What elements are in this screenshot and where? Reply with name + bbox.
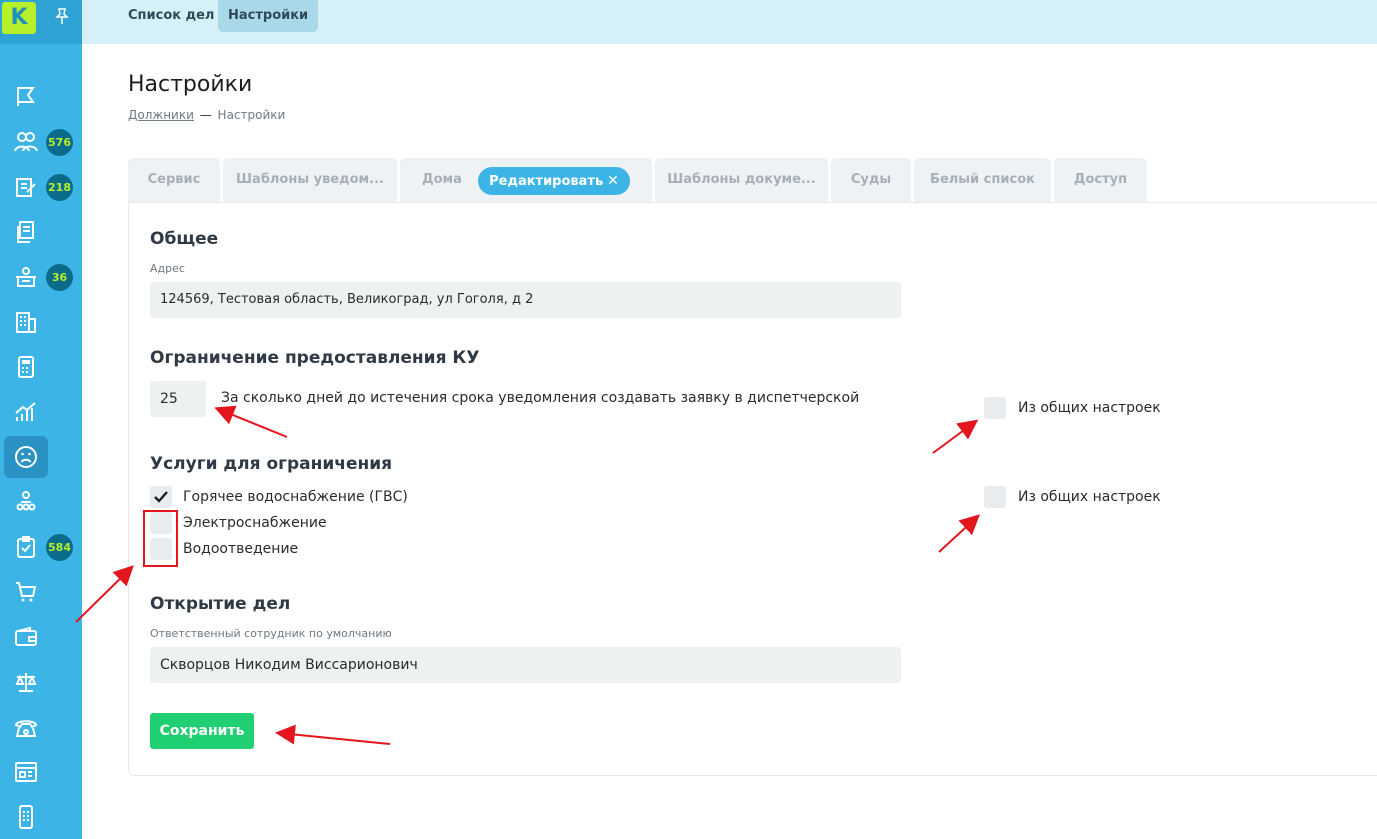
scales-icon [15, 673, 37, 692]
nav-flag[interactable] [4, 76, 48, 118]
save-button[interactable]: Сохранить [150, 713, 254, 749]
logo[interactable]: K [2, 2, 36, 34]
top-tab-todo[interactable]: Список дел [118, 0, 224, 32]
section-general-heading: Общее [150, 229, 219, 249]
tab-whitelist[interactable]: Белый список [914, 158, 1051, 202]
breadcrumb-current: Настройки [217, 108, 286, 122]
nav-staff[interactable] [4, 481, 48, 523]
browser-window-icon [15, 762, 37, 782]
wallet-icon [15, 626, 37, 646]
phone-icon [14, 720, 38, 737]
close-icon[interactable]: ✕ [607, 173, 619, 189]
service-hot-water-checkbox[interactable] [150, 486, 172, 508]
nav-debtors[interactable] [4, 121, 48, 163]
tab-edit-label: Редактировать [489, 174, 604, 189]
users-icon [14, 132, 38, 152]
building-icon [16, 312, 36, 333]
sad-face-icon [15, 446, 37, 468]
nav-shop[interactable] [4, 571, 48, 613]
tab-service[interactable]: Сервис [128, 158, 220, 202]
top-tabs-bar: Список дел Настройки [82, 0, 1377, 44]
breadcrumb: Должники — Настройки [128, 108, 285, 122]
sidebar: K 576 218 36 584 [0, 0, 82, 839]
badge-users: 576 [46, 129, 73, 156]
nav-reception[interactable] [4, 256, 48, 298]
chart-growth-icon [15, 402, 36, 421]
breadcrumb-separator: — [199, 108, 212, 122]
services-inherit-label: Из общих настроек [1018, 489, 1161, 505]
section-cases-heading: Открытие дел [150, 594, 291, 614]
address-label: Адрес [150, 262, 185, 275]
documents-icon [17, 221, 34, 243]
tab-edit[interactable]: Редактировать ✕ [478, 167, 630, 195]
address-field[interactable]: 124569, Тестовая область, Великоград, ул… [150, 282, 901, 318]
tab-access[interactable]: Доступ [1054, 158, 1147, 202]
nav-web[interactable] [4, 751, 48, 793]
nav-buildings[interactable] [4, 301, 48, 343]
restriction-inherit-label: Из общих настроек [1018, 400, 1161, 416]
badge-tasks: 584 [46, 534, 73, 561]
days-input[interactable]: 25 [150, 381, 206, 417]
team-icon [16, 491, 36, 511]
nav-calls[interactable] [4, 706, 48, 748]
checkmark-icon [154, 491, 168, 503]
sidebar-header: K [0, 0, 82, 44]
services-inherit-checkbox[interactable] [984, 486, 1006, 508]
section-restriction-heading: Ограничение предоставления КУ [150, 348, 480, 368]
pin-icon[interactable] [54, 7, 70, 25]
service-drainage-label: Водоотведение [183, 541, 299, 557]
page-title: Настройки [128, 72, 253, 97]
service-electricity-label: Электроснабжение [183, 515, 327, 531]
badge-notes: 218 [46, 174, 73, 201]
cart-icon [16, 582, 37, 602]
employee-field[interactable]: Скворцов Никодим Виссарионович [150, 647, 901, 683]
nav-notes[interactable] [4, 166, 48, 208]
edit-document-icon [16, 178, 36, 197]
restriction-inherit-checkbox[interactable] [984, 397, 1006, 419]
calculator-icon [18, 356, 34, 378]
nav-wallet[interactable] [4, 616, 48, 658]
section-services-heading: Услуги для ограничения [150, 454, 393, 474]
clipboard-check-icon [17, 536, 35, 558]
tab-courts[interactable]: Суды [831, 158, 911, 202]
annotation-highlight-box [143, 510, 178, 567]
tab-document-templates[interactable]: Шаблоны докуме... [655, 158, 828, 202]
badge-reception: 36 [46, 264, 73, 291]
flag-icon [17, 87, 35, 106]
reception-icon [16, 267, 36, 287]
nav-analytics[interactable] [4, 391, 48, 433]
arrow-to-service-checkboxes [75, 565, 134, 623]
nav-calculator[interactable] [4, 346, 48, 388]
nav-tasks[interactable] [4, 526, 48, 568]
nav-restriction[interactable] [4, 436, 48, 478]
service-hot-water-label: Горячее водоснабжение (ГВС) [183, 489, 408, 505]
nav-mobile[interactable] [4, 796, 48, 838]
nav-documents[interactable] [4, 211, 48, 253]
tab-notification-templates[interactable]: Шаблоны уведом... [223, 158, 397, 202]
breadcrumb-link-debtors[interactable]: Должники [128, 108, 194, 122]
top-tab-settings[interactable]: Настройки [218, 0, 319, 32]
days-description: За сколько дней до истечения срока уведо… [221, 390, 860, 406]
mobile-app-icon [19, 805, 33, 829]
nav-court[interactable] [4, 661, 48, 703]
employee-label: Ответственный сотрудник по умолчанию [150, 627, 392, 640]
